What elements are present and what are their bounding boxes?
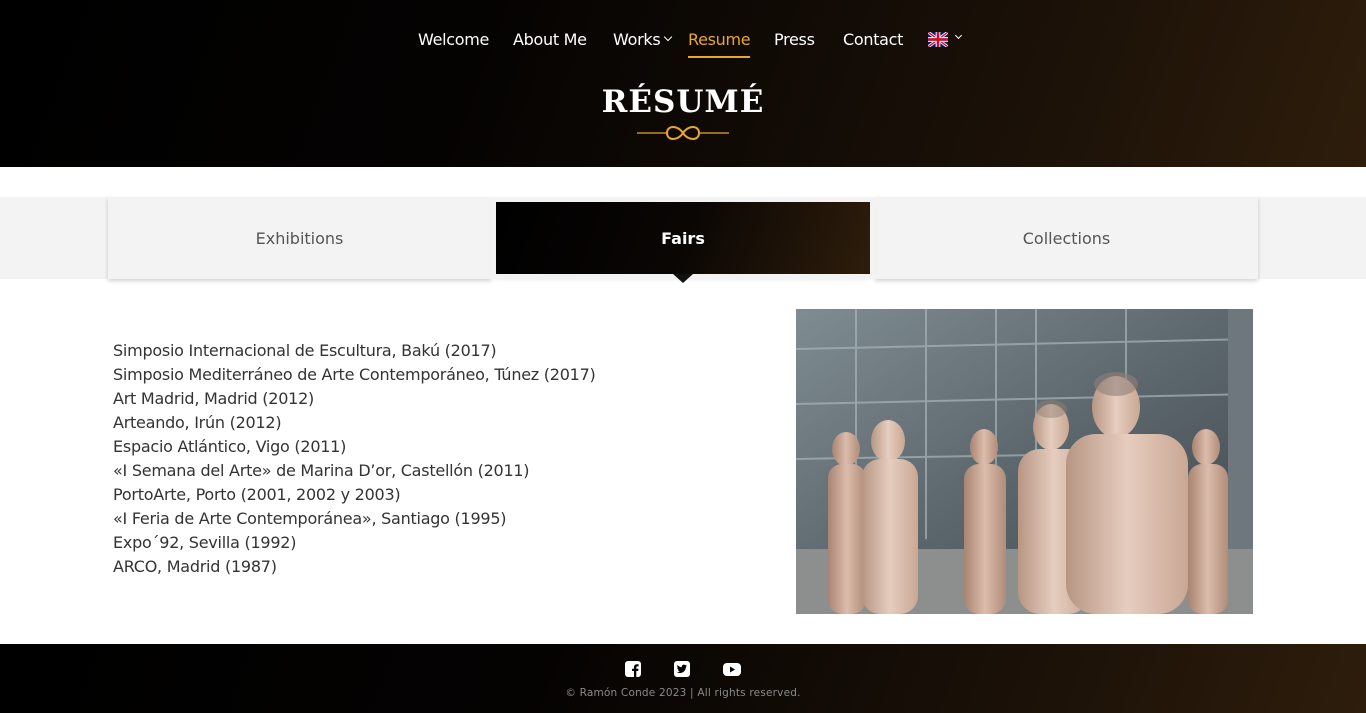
nav-about-me[interactable]: About Me xyxy=(513,30,587,50)
nav-contact[interactable]: Contact xyxy=(843,30,903,50)
sculpture-photo xyxy=(796,309,1253,614)
nav-works[interactable]: Works xyxy=(613,30,661,50)
infinity-ornament-icon xyxy=(637,126,729,140)
active-tab-pointer xyxy=(673,274,693,283)
list-item: «I Feria de Arte Contemporánea», Santiag… xyxy=(113,509,507,528)
list-item: Art Madrid, Madrid (2012) xyxy=(113,389,314,408)
works-chevron-down-icon[interactable] xyxy=(663,32,673,42)
nav-press[interactable]: Press xyxy=(774,30,815,50)
list-item: Simposio Mediterráneo de Arte Contemporá… xyxy=(113,365,596,384)
site-header: Welcome About Me Works Resume Press Cont… xyxy=(0,0,1366,167)
facebook-icon[interactable] xyxy=(624,660,642,678)
list-item: Espacio Atlántico, Vigo (2011) xyxy=(113,437,347,456)
tab-exhibitions[interactable]: Exhibitions xyxy=(108,197,491,279)
nav-welcome[interactable]: Welcome xyxy=(418,30,489,50)
list-item: «I Semana del Arte» de Marina D’or, Cast… xyxy=(113,461,530,480)
copyright-text: © Ramón Conde 2023 | All rights reserved… xyxy=(565,687,801,699)
nav-resume[interactable]: Resume xyxy=(688,30,751,58)
tab-fairs[interactable]: Fairs xyxy=(496,202,870,274)
uk-flag-icon[interactable] xyxy=(928,32,948,47)
main-nav: Welcome About Me Works Resume Press Cont… xyxy=(0,0,1366,60)
youtube-icon[interactable] xyxy=(722,660,742,678)
list-item: Simposio Internacional de Escultura, Bak… xyxy=(113,341,497,360)
list-item: Expo´92, Sevilla (1992) xyxy=(113,533,297,552)
list-item: ARCO, Madrid (1987) xyxy=(113,557,277,576)
fairs-list: Simposio Internacional de Escultura, Bak… xyxy=(113,339,596,579)
page-title: RÉSUMÉ xyxy=(601,84,765,120)
language-chevron-down-icon[interactable] xyxy=(954,31,963,40)
list-item: Arteando, Irún (2012) xyxy=(113,413,282,432)
twitter-icon[interactable] xyxy=(673,660,691,678)
site-footer: © Ramón Conde 2023 | All rights reserved… xyxy=(0,644,1366,713)
list-item: PortoArte, Porto (2001, 2002 y 2003) xyxy=(113,485,401,504)
tab-collections[interactable]: Collections xyxy=(875,197,1258,279)
